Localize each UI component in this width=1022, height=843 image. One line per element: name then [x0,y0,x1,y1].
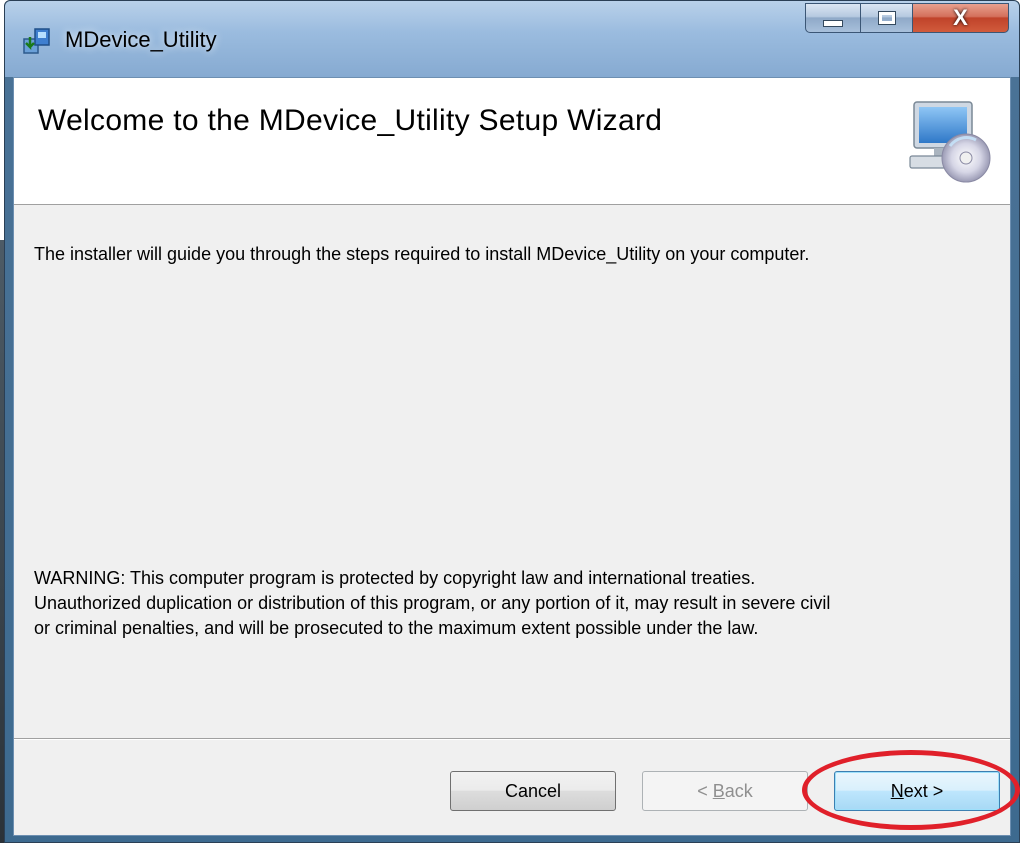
maximize-icon [877,11,896,25]
back-button[interactable]: < Back [642,771,808,811]
minimize-icon [823,19,843,27]
wizard-header: Welcome to the MDevice_Utility Setup Wiz… [14,78,1010,205]
window-title: MDevice_Utility [65,27,217,52]
close-icon: X [953,5,968,30]
computer-with-cd-icon [909,101,991,183]
maximize-button[interactable] [861,3,913,33]
back-label-prefix: < [697,780,713,801]
button-divider [14,738,1010,740]
close-button[interactable]: X [913,3,1009,33]
next-label-key: N [890,780,904,801]
back-label-rest: ack [724,780,753,801]
cancel-button[interactable]: Cancel [450,771,616,811]
copyright-warning: WARNING: This computer program is protec… [34,566,994,641]
caption-buttons: X [805,3,1009,33]
installer-icon [23,28,50,54]
next-label-rest: ext > [903,780,944,801]
wizard-client-area: Welcome to the MDevice_Utility Setup Wiz… [13,77,1011,836]
minimize-button[interactable] [805,3,861,33]
next-button[interactable]: Next > [834,771,1000,811]
back-label-key: B [712,780,725,801]
title-bar[interactable]: MDevice_Utility X [5,1,1019,77]
cancel-label: Cancel [504,780,562,801]
intro-text: The installer will guide you through the… [34,244,810,264]
installer-window: MDevice_Utility X Welcome to the MDevice… [4,0,1020,843]
warning-line: or criminal penalties, and will be prose… [34,618,759,638]
warning-line: WARNING: This computer program is protec… [34,568,756,588]
warning-line: Unauthorized duplication or distribution… [34,593,831,613]
page-title: Welcome to the MDevice_Utility Setup Wiz… [38,104,663,137]
